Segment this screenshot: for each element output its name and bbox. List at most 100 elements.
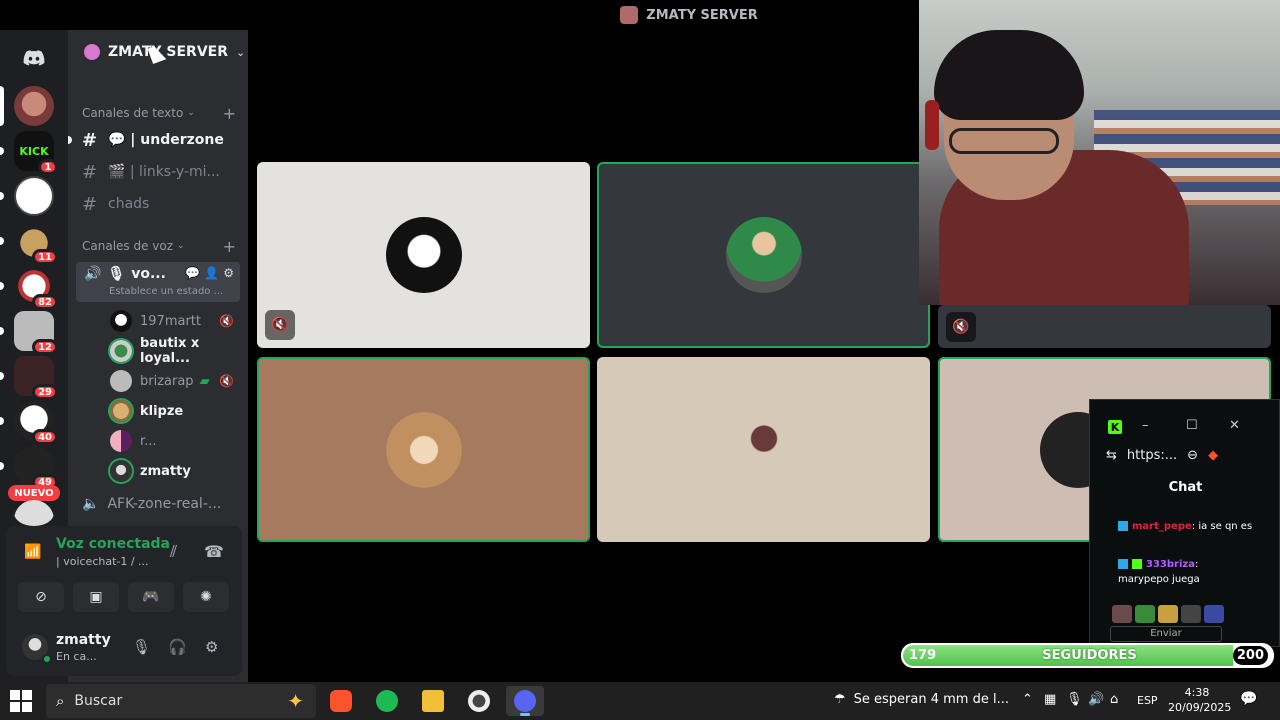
taskbar-app-spotify[interactable] bbox=[368, 686, 406, 716]
start-button[interactable] bbox=[10, 690, 32, 712]
soundboard-button[interactable]: ✺ bbox=[183, 582, 229, 612]
close-icon[interactable]: ✕ bbox=[1229, 418, 1240, 433]
voice-user[interactable]: 197martt 🔇 bbox=[110, 308, 242, 334]
video-tile[interactable] bbox=[597, 357, 930, 542]
signal-icon[interactable]: 📶 bbox=[24, 544, 41, 560]
video-tile[interactable] bbox=[257, 357, 590, 542]
server-avatar bbox=[14, 86, 54, 126]
camera-off-button[interactable]: ⊘ bbox=[18, 582, 64, 612]
emote[interactable] bbox=[1158, 605, 1178, 623]
voice-channel-path[interactable]: | voicechat-1 / ... bbox=[56, 555, 149, 568]
emote[interactable] bbox=[1112, 605, 1132, 623]
address-bar[interactable]: ⇆ https:... ⊖ ◆ bbox=[1106, 448, 1218, 463]
webcam-headset bbox=[925, 100, 939, 150]
brave-shield-icon[interactable]: ◆ bbox=[1208, 448, 1218, 463]
windows-taskbar: ⌕ Buscar ✦ ☂ Se esperan 4 mm de l... ⌃ ▦… bbox=[0, 682, 1280, 720]
mention-badge: 82 bbox=[32, 294, 58, 310]
voice-user[interactable]: bautix x loyal... bbox=[110, 336, 242, 366]
server-item-8[interactable]: 40 bbox=[0, 401, 58, 445]
language-indicator[interactable]: ESP bbox=[1137, 694, 1158, 707]
disconnect-icon[interactable]: ☎ bbox=[204, 542, 224, 561]
voice-user[interactable]: brizarap ▰ 🔇 bbox=[110, 368, 242, 394]
noise-suppression-icon[interactable]: ⫽ bbox=[170, 542, 177, 562]
weather-widget[interactable]: ☂ Se esperan 4 mm de l... bbox=[834, 692, 1009, 707]
muted-icon: 🔇 bbox=[219, 374, 234, 388]
channel-underzone[interactable]: # 💬 | underzone bbox=[82, 126, 242, 154]
invite-icon[interactable]: 👤 bbox=[204, 266, 219, 280]
avatar bbox=[110, 460, 132, 482]
tray-app-icon[interactable]: ▦ bbox=[1044, 692, 1056, 707]
gear-icon[interactable]: ⚙ bbox=[205, 638, 218, 656]
time: 4:38 bbox=[1184, 686, 1210, 699]
video-tile[interactable] bbox=[597, 162, 930, 348]
voice-user[interactable]: zmatty bbox=[110, 458, 242, 484]
voice-user[interactable]: klipze bbox=[110, 398, 242, 424]
screen-share-button[interactable]: ▣ bbox=[73, 582, 119, 612]
taskbar-search[interactable]: ⌕ Buscar ✦ bbox=[46, 684, 316, 718]
discord-home-button[interactable] bbox=[14, 38, 54, 78]
kick-logo-icon: K bbox=[1108, 420, 1122, 434]
user-status: En ca... bbox=[56, 650, 97, 663]
voice-user-name: 197martt bbox=[140, 313, 201, 329]
taskbar-app-obs[interactable] bbox=[460, 686, 498, 716]
server-item-3[interactable] bbox=[0, 176, 54, 216]
sparkle-icon: ✦ bbox=[287, 689, 304, 713]
speaker-icon: 🔊 bbox=[84, 266, 102, 282]
server-item-4[interactable]: 11 bbox=[0, 221, 58, 265]
server-item-10[interactable] bbox=[14, 500, 54, 526]
taskbar-app-brave[interactable] bbox=[322, 686, 360, 716]
taskbar-app-explorer[interactable] bbox=[414, 686, 452, 716]
server-item-5[interactable]: 82 bbox=[0, 266, 58, 310]
user-panel[interactable]: zmatty En ca... 🎙 🎧 ⚙ bbox=[6, 626, 242, 670]
server-avatar bbox=[14, 176, 54, 216]
microphone-icon[interactable]: 🎙 bbox=[1066, 692, 1083, 707]
emote[interactable] bbox=[1135, 605, 1155, 623]
microphone-icon[interactable]: 🎙 bbox=[132, 638, 151, 656]
network-icon[interactable]: ⌂ bbox=[1110, 692, 1118, 707]
voice-channel-active[interactable]: 🔊 🎙 vo... 💬 👤 ⚙ Establece un estado ... bbox=[76, 262, 240, 302]
activities-button[interactable]: 🎮 bbox=[128, 582, 174, 612]
streaming-icon: ▰ bbox=[199, 373, 210, 389]
chevron-up-icon[interactable]: ⌃ bbox=[1022, 692, 1033, 707]
emote[interactable] bbox=[1181, 605, 1201, 623]
volume-icon[interactable]: 🔊 bbox=[1088, 692, 1104, 707]
video-tile[interactable]: 🔇 bbox=[938, 305, 1271, 348]
taskbar-app-discord[interactable] bbox=[506, 686, 544, 716]
channel-label: 🎬 | links-y-mi... bbox=[108, 164, 220, 180]
channel-chads[interactable]: # chads bbox=[82, 190, 242, 218]
add-channel-icon[interactable]: + bbox=[223, 237, 236, 256]
server-item-9[interactable]: 49 bbox=[0, 446, 58, 490]
notifications-icon[interactable]: 💬 bbox=[1240, 691, 1257, 707]
hash-icon: # bbox=[82, 129, 98, 151]
chat-icon[interactable]: 💬 bbox=[185, 266, 200, 280]
category-text[interactable]: Canales de texto ⌄ + bbox=[82, 104, 242, 123]
minimize-icon[interactable]: – bbox=[1142, 418, 1149, 433]
voice-user[interactable]: r... bbox=[110, 428, 242, 454]
voice-status-text[interactable]: Establece un estado ... bbox=[109, 286, 223, 297]
zoom-icon[interactable]: ⊖ bbox=[1187, 448, 1198, 463]
headphones-icon[interactable]: 🎧 bbox=[168, 638, 187, 656]
voice-user-name: zmatty bbox=[140, 463, 191, 479]
category-voice[interactable]: Canales de voz ⌄ + bbox=[82, 237, 242, 256]
channel-links[interactable]: # 🎬 | links-y-mi... bbox=[82, 158, 242, 186]
maximize-icon[interactable]: ☐ bbox=[1186, 418, 1198, 433]
emote[interactable] bbox=[1204, 605, 1224, 623]
gift-badge-icon bbox=[1132, 559, 1142, 569]
voice-channel-afk[interactable]: 🔈 AFK-zone-real-... bbox=[82, 496, 221, 512]
chat-text: marypepo juega bbox=[1118, 574, 1200, 585]
gear-icon[interactable]: ⚙ bbox=[223, 266, 234, 280]
server-item-7[interactable]: 29 bbox=[0, 356, 58, 400]
user-name: zmatty bbox=[56, 632, 111, 648]
server-name: ZMATY SERVER bbox=[108, 44, 228, 60]
server-item-1[interactable] bbox=[0, 86, 54, 126]
server-item-6[interactable]: 12 bbox=[0, 311, 58, 355]
clock[interactable]: 4:38 20/09/2025 bbox=[1168, 685, 1231, 715]
voice-connected-label[interactable]: Voz conectada bbox=[56, 536, 170, 552]
camera-off-icon: ⊘ bbox=[35, 589, 47, 605]
screen: ZMATY SERVER KICK 1 11 82 12 29 40 49 NU… bbox=[0, 0, 1280, 720]
add-channel-icon[interactable]: + bbox=[223, 104, 236, 123]
server-item-kick[interactable]: KICK 1 bbox=[0, 131, 58, 175]
send-button[interactable]: Enviar bbox=[1110, 626, 1222, 642]
mention-badge: 11 bbox=[32, 249, 58, 265]
video-tile[interactable]: 🔇 bbox=[257, 162, 590, 348]
